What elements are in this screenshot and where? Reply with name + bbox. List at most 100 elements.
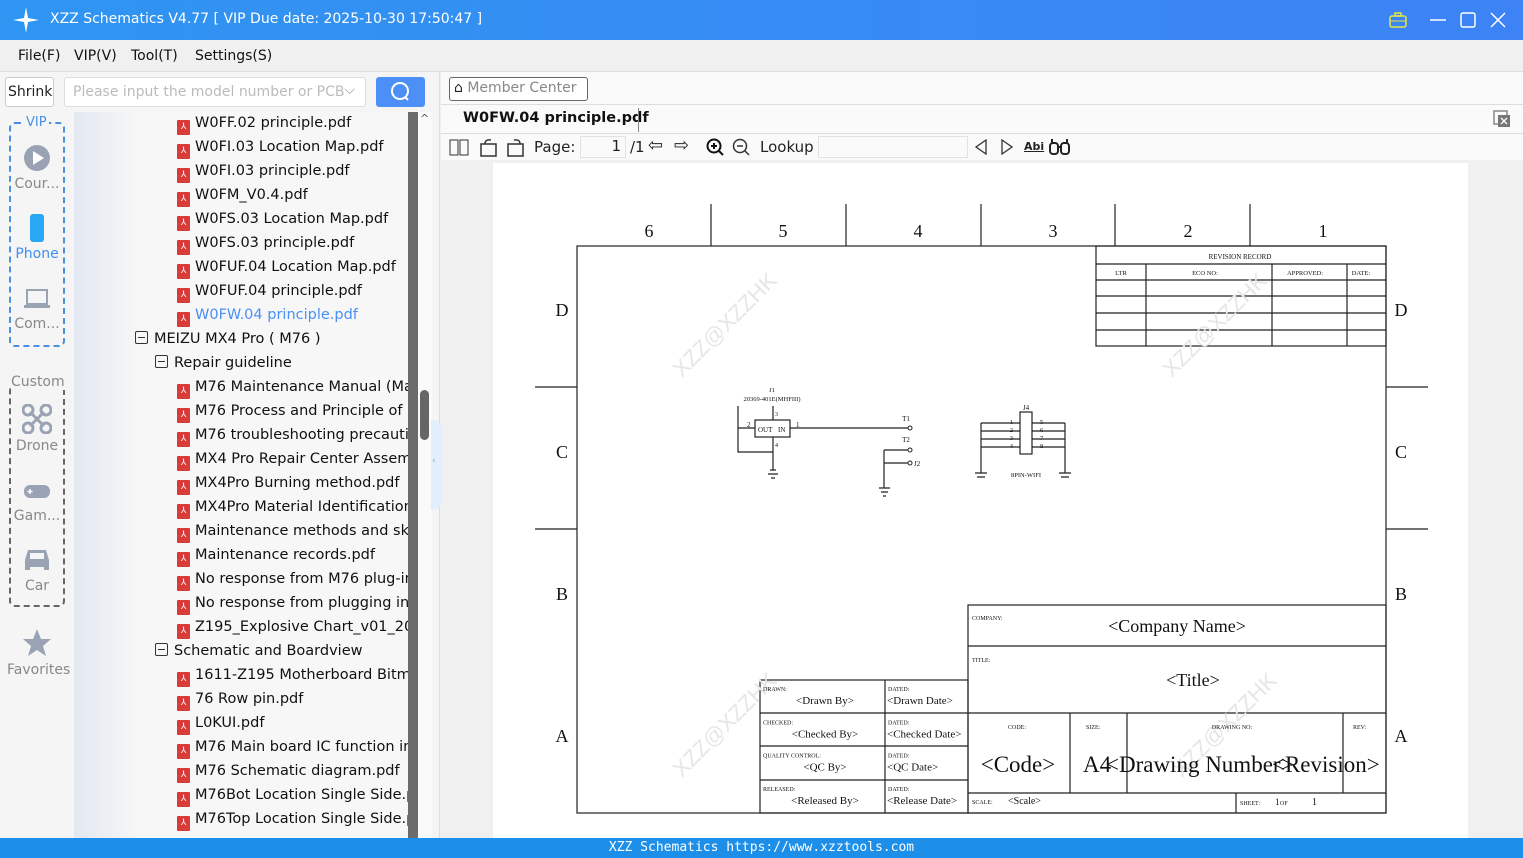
tree-file[interactable]: ⅄ Z195_Explosive Chart_v01_2016( [177, 616, 408, 640]
binoculars-icon[interactable] [1049, 138, 1071, 156]
tree-file[interactable]: ⅄ M76 troubleshooting precautio [177, 424, 408, 448]
tree-file[interactable]: ⅄ Maintenance methods and skill [177, 520, 408, 544]
search-button[interactable] [376, 77, 425, 107]
next-page-icon[interactable]: ⇨ [674, 135, 689, 156]
tree-file[interactable]: ⅄ 1611-Z195 Motherboard Bitmap [177, 664, 408, 688]
tree-file[interactable]: ⅄ M76Top Location Single Side.pd [177, 808, 408, 832]
zoom-out-icon[interactable] [732, 138, 750, 156]
company-name: <Company Name> [1108, 616, 1246, 636]
drawing-number: <Drawing Number> [1106, 752, 1294, 777]
chevron-down-icon[interactable]: ⌵ [344, 82, 355, 98]
tree-item-label: MEIZU MX4 Pro ( M76 ) [154, 331, 321, 347]
vertical-scrollbar[interactable]: ^ [418, 112, 432, 838]
page-input[interactable]: 1 [580, 136, 626, 158]
tree-file[interactable]: ⅄ M76 Maintenance Manual (Ma [177, 376, 408, 400]
tree-item-label: M76 troubleshooting precautio [195, 427, 408, 443]
test-point-icon [907, 460, 913, 466]
pdf-page[interactable]: XZZ@XZZHK XZZ@XZZHK XZZ@XZZHK XZZ@XZZHK 6 5 4 3… [493, 163, 1468, 838]
category-phone[interactable]: Phone [7, 214, 67, 262]
tree-file[interactable]: ⅄ No response from plugging in h [177, 592, 408, 616]
tree-file[interactable]: ⅄ W0FS.03 Location Map.pdf [177, 208, 388, 232]
tree-scrollbar[interactable] [408, 112, 418, 838]
collapse-icon[interactable] [135, 331, 148, 344]
match-case-icon[interactable]: Abi [1024, 140, 1044, 153]
date-value: <Checked Date> [887, 728, 961, 740]
category-games[interactable]: Gam... [7, 480, 67, 524]
scroll-up-icon[interactable]: ^ [420, 112, 429, 125]
tree-file[interactable]: ⅄ MX4Pro Material Identification [177, 496, 408, 520]
code-value: <Code> [981, 752, 1056, 777]
member-center-button[interactable]: ⌂ Member Center [449, 77, 588, 101]
tree-file[interactable]: ⅄ W0FS.03 principle.pdf [177, 232, 354, 256]
tree-file[interactable]: ⅄ W0FI.03 principle.pdf [177, 160, 350, 184]
rotate-right-icon[interactable] [506, 138, 526, 157]
tree-folder[interactable]: Repair guideline [155, 352, 292, 376]
tree-file[interactable]: ⅄ M76 Process and Principle of H [177, 400, 408, 424]
tree-file[interactable]: ⅄ W0FUF.04 principle.pdf [177, 280, 362, 304]
tree-folder[interactable]: MEIZU MX4 Pro ( M76 ) [135, 328, 321, 352]
tree-folder[interactable]: Schematic and Boardview [155, 640, 363, 664]
menu-file[interactable]: File(F) [18, 48, 60, 64]
lookup-input[interactable] [818, 136, 968, 158]
tree-file[interactable]: ⅄ W0FI.03 Location Map.pdf [177, 136, 384, 160]
rotate-left-icon[interactable] [479, 138, 499, 157]
viewer-toolbar: Page: 1 /1 ⇦ ⇨ Lookup Abi [441, 135, 1523, 160]
tree-file[interactable]: ⅄ MX4Pro Burning method.pdf [177, 472, 399, 496]
menu-vip[interactable]: VIP(V) [74, 48, 117, 64]
tree-file[interactable]: ⅄ M76Bot Location Single Side.pd [177, 784, 408, 808]
tree-file[interactable]: ⅄ MX4 Pro Repair Center Assembl [177, 448, 408, 472]
close-icon[interactable] [1490, 12, 1506, 28]
tree-file[interactable]: ⅄ No response from M76 plug-in [177, 568, 408, 592]
close-tab-icon[interactable] [1493, 110, 1511, 128]
column-label: 5 [779, 221, 788, 241]
field-label: REV: [1353, 725, 1367, 731]
date-value: <Release Date> [887, 795, 957, 807]
category-computer[interactable]: Com... [7, 284, 67, 332]
tree-file[interactable]: ⅄ Maintenance records.pdf [177, 544, 375, 568]
category-drone[interactable]: Drone [7, 403, 67, 454]
pin-number: 4 [775, 443, 778, 449]
scrollbar-thumb[interactable] [420, 390, 429, 440]
tree-file[interactable]: ⅄ W0FUF.04 Location Map.pdf [177, 256, 396, 280]
favorites-button[interactable]: Favorites [7, 628, 70, 678]
prev-page-icon[interactable]: ⇦ [648, 135, 663, 156]
search-input[interactable]: Please input the model number or PCB ⌵ [64, 77, 366, 107]
field-label: RELEASED: [763, 787, 796, 793]
pin-number: 5 [1040, 419, 1043, 426]
collapse-panel-handle[interactable]: ‹ [431, 420, 441, 510]
briefcase-icon[interactable] [1389, 12, 1407, 28]
category-car[interactable]: Car [7, 544, 67, 594]
zoom-in-icon[interactable] [706, 138, 724, 156]
tree-item-label: MX4Pro Material Identification [195, 499, 408, 515]
pdf-icon: ⅄ [177, 192, 190, 207]
tree-file[interactable]: ⅄ W0FF.02 principle.pdf [177, 112, 351, 136]
tree-item-label: L0KUI.pdf [195, 715, 265, 731]
find-next-icon[interactable] [1000, 139, 1014, 155]
two-page-icon[interactable] [449, 139, 469, 156]
minimize-icon[interactable] [1430, 12, 1446, 28]
pdf-icon: ⅄ [177, 288, 190, 303]
tree-file[interactable]: ⅄ M76 Main board IC function int [177, 736, 408, 760]
menu-tool[interactable]: Tool(T) [131, 48, 178, 64]
find-prev-icon[interactable] [974, 139, 988, 155]
row-label: C [1395, 442, 1407, 462]
maximize-icon[interactable] [1460, 12, 1476, 28]
row-label: D [556, 300, 569, 320]
tree-file[interactable]: ⅄ W0FM_V0.4.pdf [177, 184, 308, 208]
field-label: DATED: [888, 787, 910, 793]
tree-file[interactable]: ⅄ 76 Row pin.pdf [177, 688, 303, 712]
tab-document[interactable]: W0FW.04 principle.pdf [463, 110, 649, 126]
tree-file[interactable]: ⅄ W0FW.04 principle.pdf [177, 304, 358, 328]
collapse-icon[interactable] [155, 643, 168, 656]
pin-number: 1 [1010, 419, 1013, 426]
shrink-button[interactable]: Shrink [5, 77, 54, 107]
tree-file[interactable]: ⅄ L0KUI.pdf [177, 712, 264, 736]
column-label: 1 [1319, 221, 1328, 241]
revision-value: <Revision> [1272, 752, 1380, 777]
gamepad-icon [24, 485, 50, 498]
collapse-icon[interactable] [155, 355, 168, 368]
menu-settings[interactable]: Settings(S) [195, 48, 272, 64]
category-courses[interactable]: Cour... [7, 144, 67, 192]
tree-file[interactable]: ⅄ M76 Schematic diagram.pdf [177, 760, 400, 784]
tree-item-label: MX4Pro Burning method.pdf [195, 475, 400, 491]
